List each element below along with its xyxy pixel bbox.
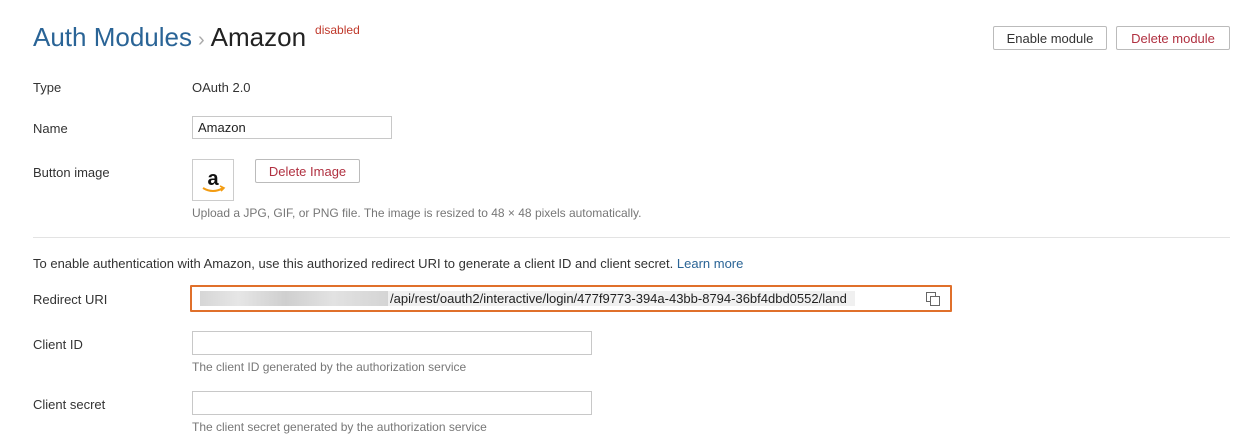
redirect-info: To enable authentication with Amazon, us…: [33, 256, 743, 271]
redirect-uri-text[interactable]: /api/rest/oauth2/interactive/login/477f9…: [388, 291, 855, 306]
redirect-uri-field[interactable]: /api/rest/oauth2/interactive/login/477f9…: [190, 285, 952, 312]
section-divider: [33, 237, 1230, 238]
client-id-help: The client ID generated by the authoriza…: [192, 360, 467, 374]
copy-icon[interactable]: [925, 291, 941, 307]
breadcrumb: Auth Modules › Amazon disabled: [33, 22, 360, 53]
redacted-host: [200, 291, 390, 306]
breadcrumb-auth-modules-link[interactable]: Auth Modules: [33, 22, 192, 53]
type-value: OAuth 2.0: [192, 80, 251, 95]
button-image-preview: a: [192, 159, 234, 201]
client-id-field[interactable]: [192, 331, 592, 355]
type-label: Type: [33, 80, 62, 95]
name-field[interactable]: [192, 116, 392, 139]
page-title: Amazon: [210, 22, 307, 52]
breadcrumb-separator: ›: [197, 29, 205, 51]
redirect-uri-label: Redirect URI: [33, 292, 108, 307]
amazon-logo-letter: a: [207, 168, 219, 190]
learn-more-link[interactable]: Learn more: [677, 256, 743, 271]
delete-module-button[interactable]: Delete module: [1116, 26, 1230, 50]
redirect-info-text: To enable authentication with Amazon, us…: [33, 256, 674, 271]
name-label: Name: [33, 121, 68, 136]
button-image-label: Button image: [33, 165, 110, 180]
amazon-logo-icon: a: [202, 168, 226, 192]
client-secret-label: Client secret: [33, 397, 106, 412]
client-id-label: Client ID: [33, 337, 83, 352]
client-secret-help: The client secret generated by the autho…: [192, 420, 487, 434]
enable-module-button[interactable]: Enable module: [993, 26, 1107, 50]
button-image-help: Upload a JPG, GIF, or PNG file. The imag…: [192, 206, 642, 220]
delete-image-button[interactable]: Delete Image: [255, 159, 360, 183]
client-secret-field[interactable]: [192, 391, 592, 415]
status-badge: disabled: [315, 23, 360, 37]
